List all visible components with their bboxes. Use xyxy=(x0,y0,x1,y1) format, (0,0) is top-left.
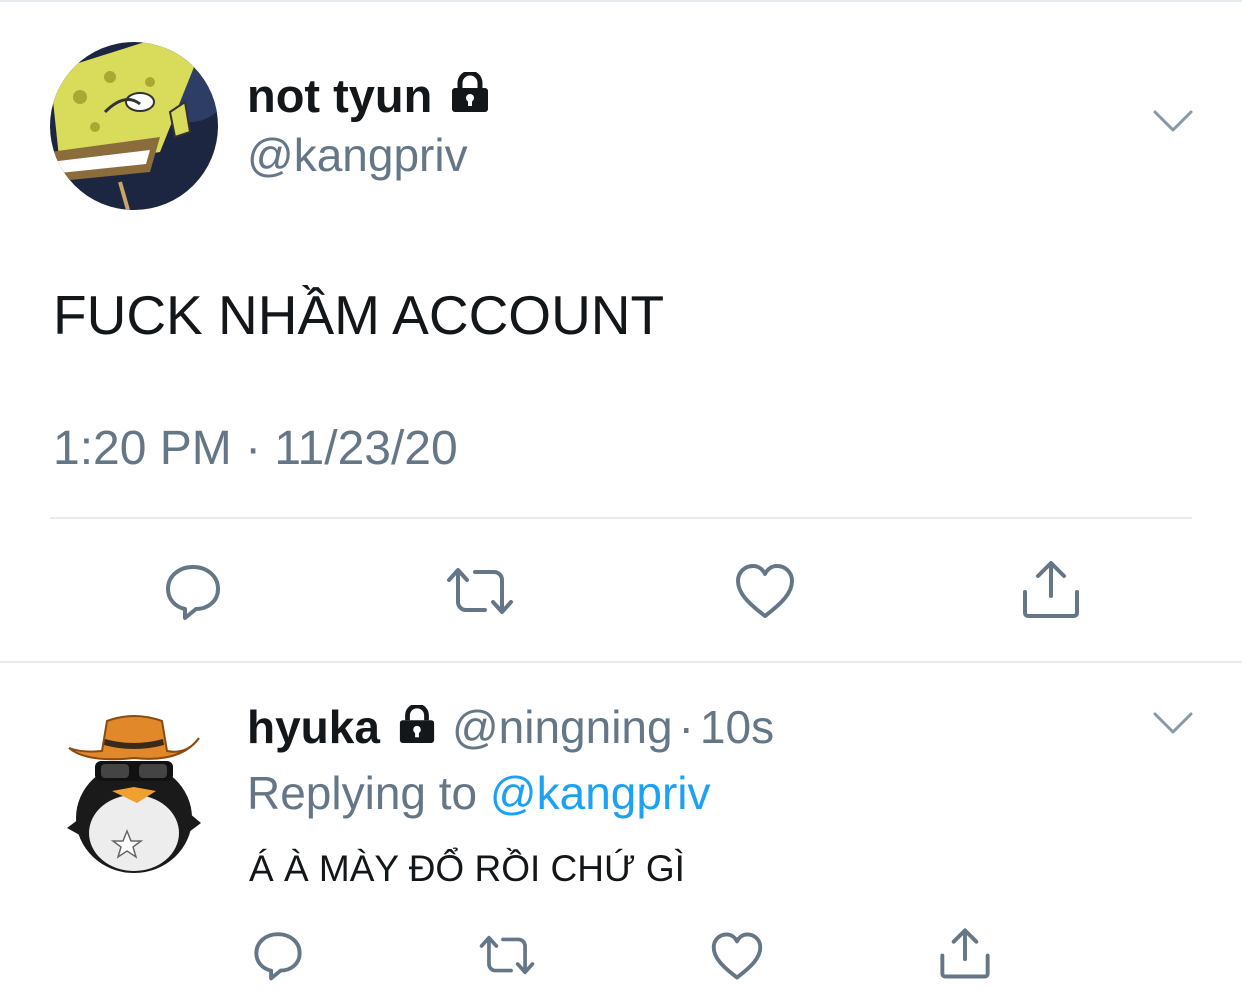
lock-icon xyxy=(448,68,492,123)
like-icon[interactable] xyxy=(708,930,766,982)
separator-dot: · xyxy=(678,701,694,753)
replying-to-label: Replying to xyxy=(247,767,478,819)
reply-icon[interactable] xyxy=(250,928,306,982)
main-tweet-display-name[interactable]: not tyun xyxy=(247,68,492,123)
reply-tweet-header: hyuka @ningning · 10s xyxy=(247,700,774,754)
retweet-icon[interactable] xyxy=(440,560,520,622)
replying-to-mention[interactable]: @kangpriv xyxy=(490,767,711,819)
action-bar-divider xyxy=(50,517,1192,519)
chevron-down-icon[interactable] xyxy=(1152,108,1194,141)
tweet-divider xyxy=(0,661,1242,663)
lock-icon xyxy=(396,700,438,754)
like-icon[interactable] xyxy=(732,560,798,622)
share-icon[interactable] xyxy=(1018,557,1084,621)
main-tweet-timestamp[interactable]: 1:20 PM · 11/23/20 xyxy=(53,421,458,476)
main-tweet-text: FUCK NHẦM ACCOUNT xyxy=(53,284,665,346)
reply-time[interactable]: 10s xyxy=(700,700,774,754)
replying-to-line: Replying to @kangpriv xyxy=(247,766,711,820)
top-divider xyxy=(0,0,1242,2)
spongebob-avatar-icon xyxy=(50,42,218,210)
reply-tweet-avatar[interactable] xyxy=(57,703,211,873)
cowboy-penguin-avatar-icon xyxy=(67,715,201,873)
display-name-text: not tyun xyxy=(247,69,433,122)
reply-icon[interactable] xyxy=(160,560,226,622)
share-icon[interactable] xyxy=(936,925,994,981)
retweet-icon[interactable] xyxy=(474,928,540,982)
reply-display-name[interactable]: hyuka xyxy=(247,700,380,754)
reply-handle[interactable]: @ningning xyxy=(452,700,673,754)
chevron-down-icon[interactable] xyxy=(1152,710,1194,743)
main-tweet-avatar[interactable] xyxy=(50,42,218,210)
reply-tweet-text: Á À MÀY ĐỔ RỒI CHỨ GÌ xyxy=(249,848,685,889)
main-tweet-handle[interactable]: @kangpriv xyxy=(247,128,468,182)
